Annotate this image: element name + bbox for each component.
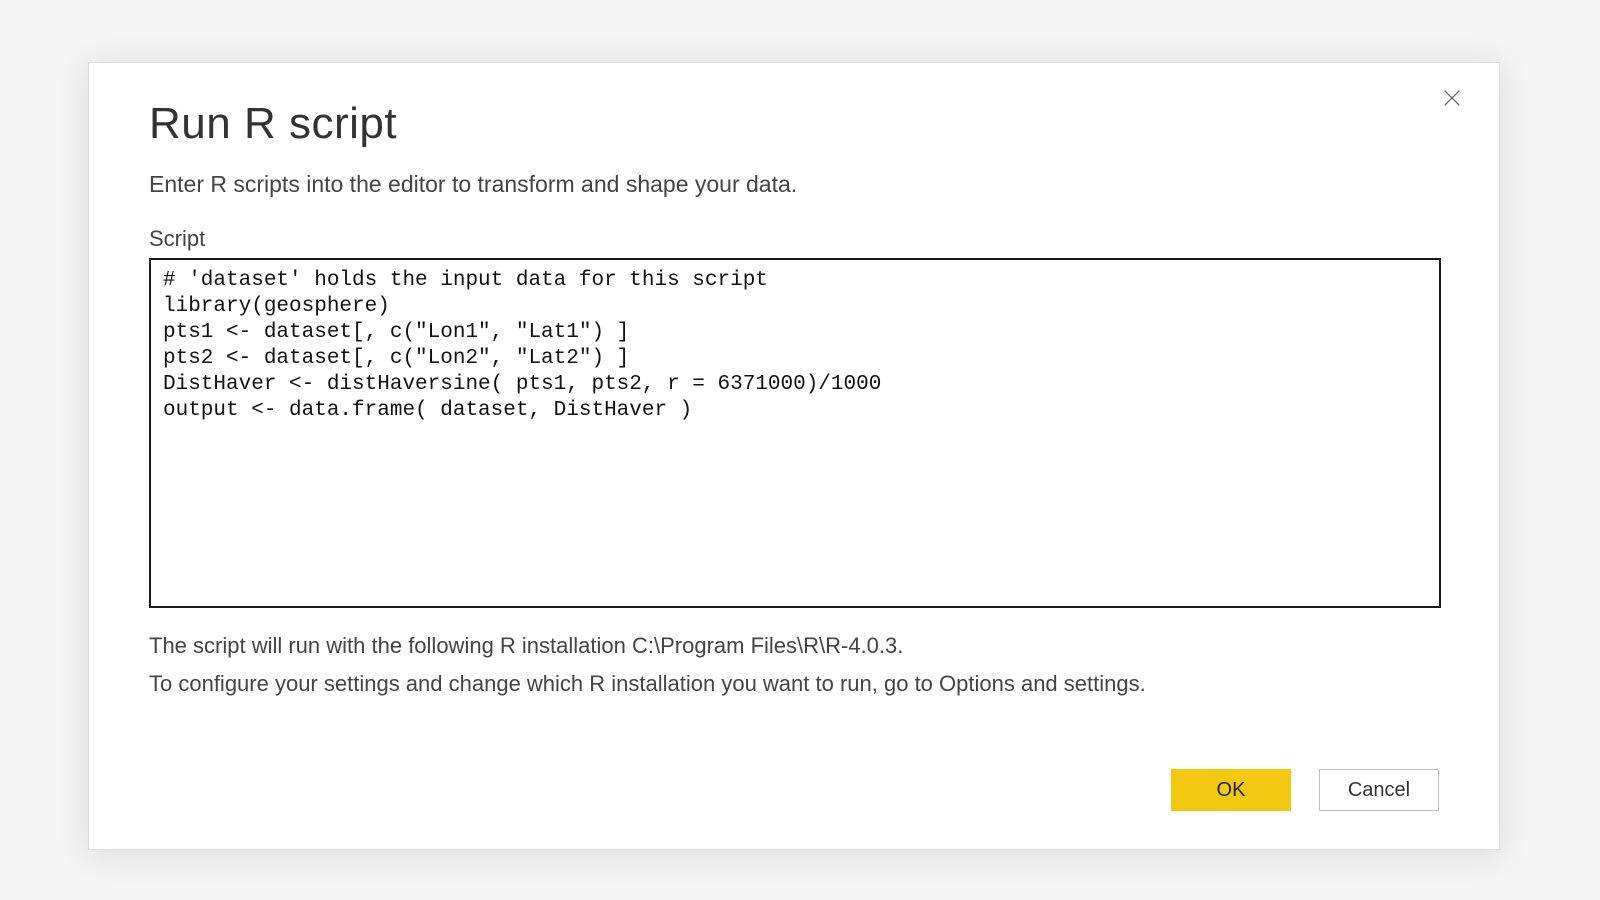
app-backdrop: Run R script Enter R scripts into the ed… xyxy=(0,0,1600,900)
dialog-title: Run R script xyxy=(149,99,1439,149)
install-info: The script will run with the following R… xyxy=(149,627,1439,703)
run-r-script-dialog: Run R script Enter R scripts into the ed… xyxy=(88,62,1500,850)
ok-button[interactable]: OK xyxy=(1171,769,1291,811)
dialog-subtitle: Enter R scripts into the editor to trans… xyxy=(149,171,1439,198)
close-button[interactable] xyxy=(1433,81,1471,119)
dialog-button-row: OK Cancel xyxy=(1171,769,1439,811)
script-editor[interactable] xyxy=(149,258,1441,608)
install-info-line2: To configure your settings and change wh… xyxy=(149,665,1439,703)
install-info-line1: The script will run with the following R… xyxy=(149,627,1439,665)
script-label: Script xyxy=(149,226,1439,252)
close-icon xyxy=(1441,87,1463,114)
cancel-button[interactable]: Cancel xyxy=(1319,769,1439,811)
